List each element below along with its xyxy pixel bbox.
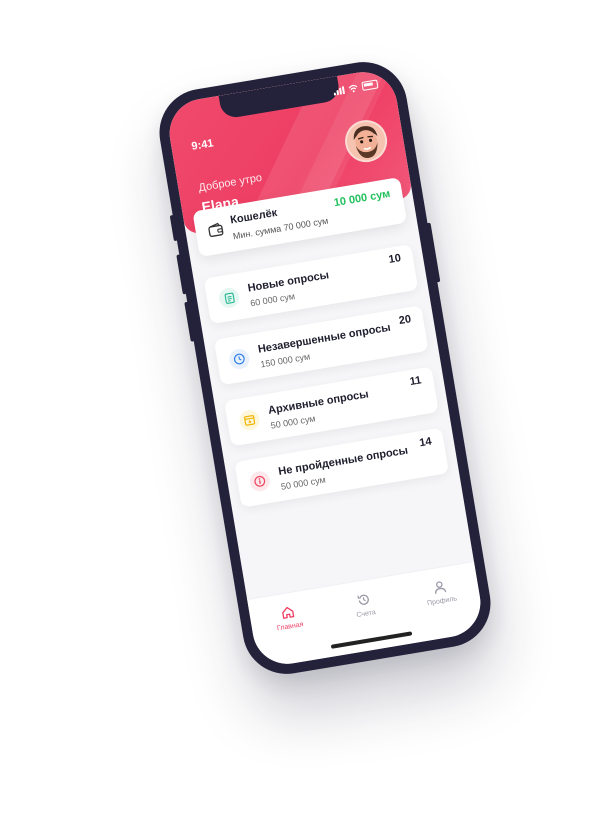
archive-icon <box>238 408 262 432</box>
signal-icon <box>333 85 345 96</box>
user-icon <box>435 581 447 594</box>
survey-title: Незавершенные опросы <box>257 321 392 356</box>
tab-label: Счета <box>356 609 377 620</box>
wallet-title: Кошелёк <box>229 206 279 227</box>
wifi-icon <box>348 84 358 92</box>
survey-title: Не пройденные опросы <box>277 444 409 479</box>
tab-profile[interactable]: Профиль <box>409 575 472 610</box>
wallet-amount: 10 000 сум <box>333 187 392 210</box>
survey-count: 14 <box>418 435 433 450</box>
survey-title: Архивные опросы <box>267 388 370 417</box>
survey-amount: 50 000 сум <box>280 474 327 492</box>
survey-count: 20 <box>398 313 413 328</box>
status-time: 9:41 <box>190 137 215 153</box>
app-screen: 9:41 Доброе утро Elana Кошелёк Мин. сумм… <box>164 66 486 670</box>
history-icon <box>357 594 369 605</box>
tab-label: Профиль <box>426 595 458 608</box>
survey-count: 10 <box>387 252 402 266</box>
wallet-icon <box>208 222 224 237</box>
clock-icon <box>227 347 251 371</box>
survey-count: 11 <box>408 374 423 389</box>
home-icon <box>282 606 295 619</box>
alert-icon <box>248 469 272 493</box>
greeting-text: Доброе утро <box>197 171 263 195</box>
survey-title: Новые опросы <box>246 269 330 295</box>
tab-label: Главная <box>276 621 304 633</box>
phone-mockup: 9:41 Доброе утро Elana Кошелёк Мин. сумм… <box>152 55 498 681</box>
tab-home[interactable]: Главная <box>257 601 320 636</box>
avatar-face-icon <box>344 119 388 163</box>
document-icon <box>217 286 241 310</box>
survey-amount: 50 000 сум <box>269 413 317 431</box>
tab-accounts[interactable]: Счета <box>333 588 396 623</box>
survey-amount: 60 000 сум <box>249 291 296 309</box>
